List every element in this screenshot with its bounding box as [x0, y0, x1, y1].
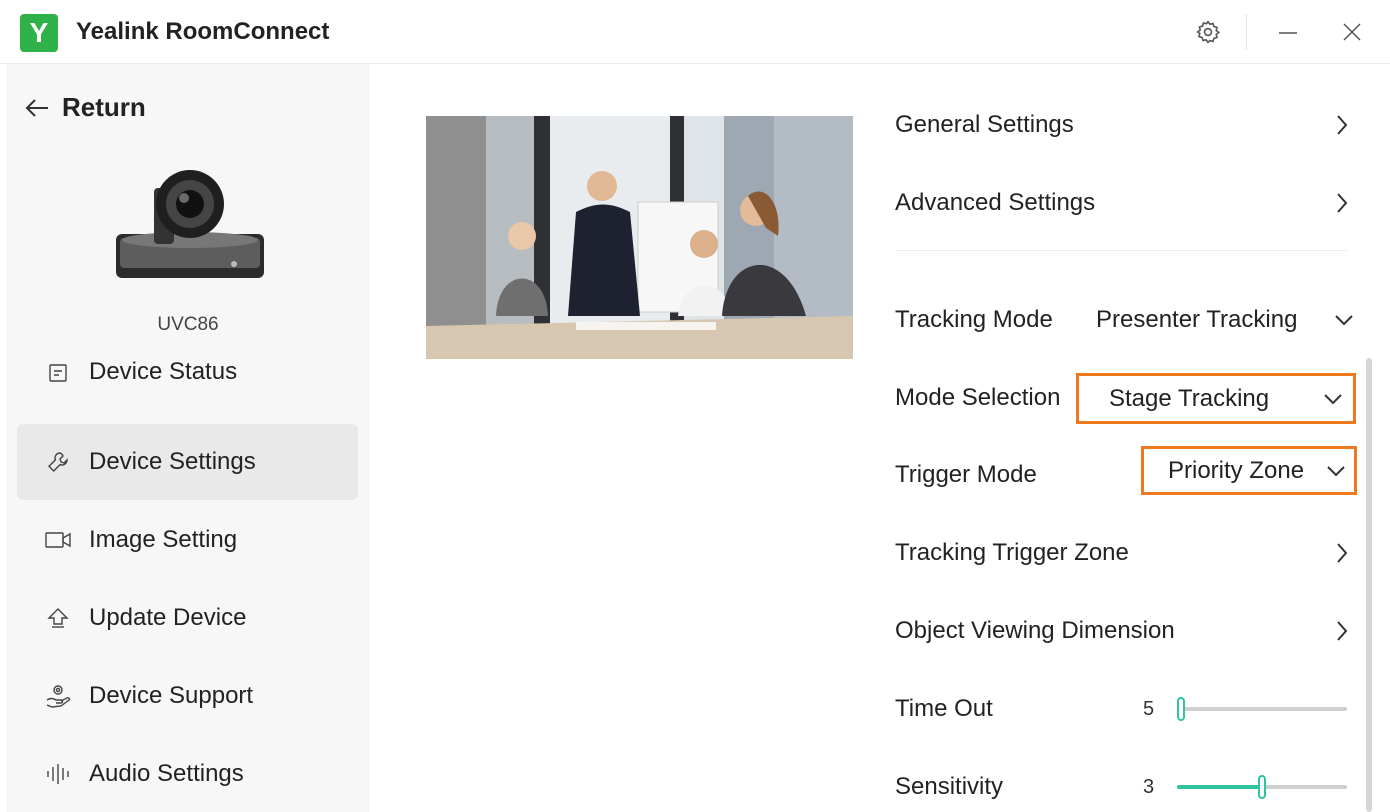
mode-selection-label: Mode Selection [895, 384, 1061, 411]
general-settings-row[interactable]: General Settings [895, 95, 1353, 155]
sidebar-item-label: Device Status [89, 358, 238, 385]
title-bar: Y Yealink RoomConnect [0, 0, 1390, 64]
sensitivity-slider[interactable] [1177, 775, 1347, 799]
trigger-mode-select[interactable]: Priority Zone [1141, 446, 1357, 495]
mode-selection-select[interactable]: Stage Tracking [1076, 373, 1356, 424]
arrow-left-icon [25, 98, 48, 117]
camera-preview-image [426, 116, 853, 359]
tracking-mode-select[interactable]: Presenter Tracking [1096, 300, 1354, 340]
sidebar-item-label: Device Support [89, 682, 254, 709]
chevron-right-icon [1337, 543, 1348, 563]
settings-gear-icon[interactable] [1188, 14, 1228, 50]
sidebar-item-label: Update Device [89, 604, 247, 631]
chevron-right-icon [1337, 621, 1348, 641]
chevron-down-icon [1324, 393, 1342, 404]
chevron-right-icon [1337, 115, 1348, 135]
general-settings-label: General Settings [895, 111, 1074, 138]
return-label: Return [62, 92, 146, 122]
sidebar-item-label: Device Settings [89, 448, 256, 475]
title-bar-divider [1246, 14, 1247, 50]
minimize-icon[interactable] [1268, 14, 1308, 50]
support-icon [43, 681, 73, 711]
object-viewing-dimension-label: Object Viewing Dimension [895, 617, 1175, 644]
chevron-down-icon [1327, 465, 1345, 476]
audio-wave-icon [43, 759, 73, 789]
settings-scrollbar[interactable] [1366, 358, 1372, 812]
sensitivity-slider-fill [1177, 785, 1262, 789]
section-divider [895, 250, 1347, 251]
object-viewing-dimension-row[interactable]: Object Viewing Dimension [895, 601, 1353, 661]
chevron-right-icon [1337, 193, 1348, 213]
device-name: UVC86 [157, 314, 219, 335]
sidebar-item-update-device[interactable]: Update Device [17, 580, 358, 656]
sensitivity-slider-thumb[interactable] [1258, 775, 1266, 799]
trigger-mode-value: Priority Zone [1168, 456, 1305, 484]
return-button[interactable]: Return [24, 92, 146, 123]
time-out-value: 5 [1143, 697, 1155, 720]
status-icon [43, 358, 73, 388]
time-out-slider-thumb[interactable] [1177, 697, 1185, 721]
wrench-icon [43, 447, 73, 477]
sidebar: Return UVC86 Device Status Device Settin… [6, 64, 370, 812]
sidebar-item-label: Audio Settings [89, 760, 244, 787]
sidebar-item-image-setting[interactable]: Image Setting [17, 502, 358, 578]
time-out-slider[interactable] [1177, 697, 1347, 721]
device-camera-image [116, 170, 264, 278]
sidebar-item-device-support[interactable]: Device Support [17, 658, 358, 734]
chevron-down-icon [1335, 315, 1353, 326]
app-logo: Y [20, 14, 58, 52]
app-title: Yealink RoomConnect [76, 18, 330, 45]
sensitivity-value: 3 [1143, 775, 1155, 798]
sensitivity-label: Sensitivity [895, 773, 1004, 800]
advanced-settings-row[interactable]: Advanced Settings [895, 173, 1353, 233]
sidebar-item-label: Image Setting [89, 526, 238, 553]
tracking-trigger-zone-label: Tracking Trigger Zone [895, 539, 1129, 566]
tracking-mode-label: Tracking Mode [895, 306, 1053, 333]
tracking-mode-value: Presenter Tracking [1096, 306, 1298, 333]
sidebar-item-device-settings[interactable]: Device Settings [17, 424, 358, 500]
sidebar-item-audio-settings[interactable]: Audio Settings [17, 736, 358, 812]
trigger-mode-label: Trigger Mode [895, 461, 1037, 488]
sidebar-item-device-status[interactable]: Device Status [17, 348, 358, 424]
tracking-trigger-zone-row[interactable]: Tracking Trigger Zone [895, 523, 1353, 583]
close-icon[interactable] [1332, 14, 1372, 50]
video-camera-icon [43, 525, 73, 555]
sensitivity-row: Sensitivity 3 [895, 757, 1353, 812]
mode-selection-value: Stage Tracking [1109, 384, 1270, 412]
update-icon [43, 603, 73, 633]
advanced-settings-label: Advanced Settings [895, 189, 1096, 216]
time-out-label: Time Out [895, 695, 993, 722]
time-out-row: Time Out 5 [895, 679, 1353, 739]
